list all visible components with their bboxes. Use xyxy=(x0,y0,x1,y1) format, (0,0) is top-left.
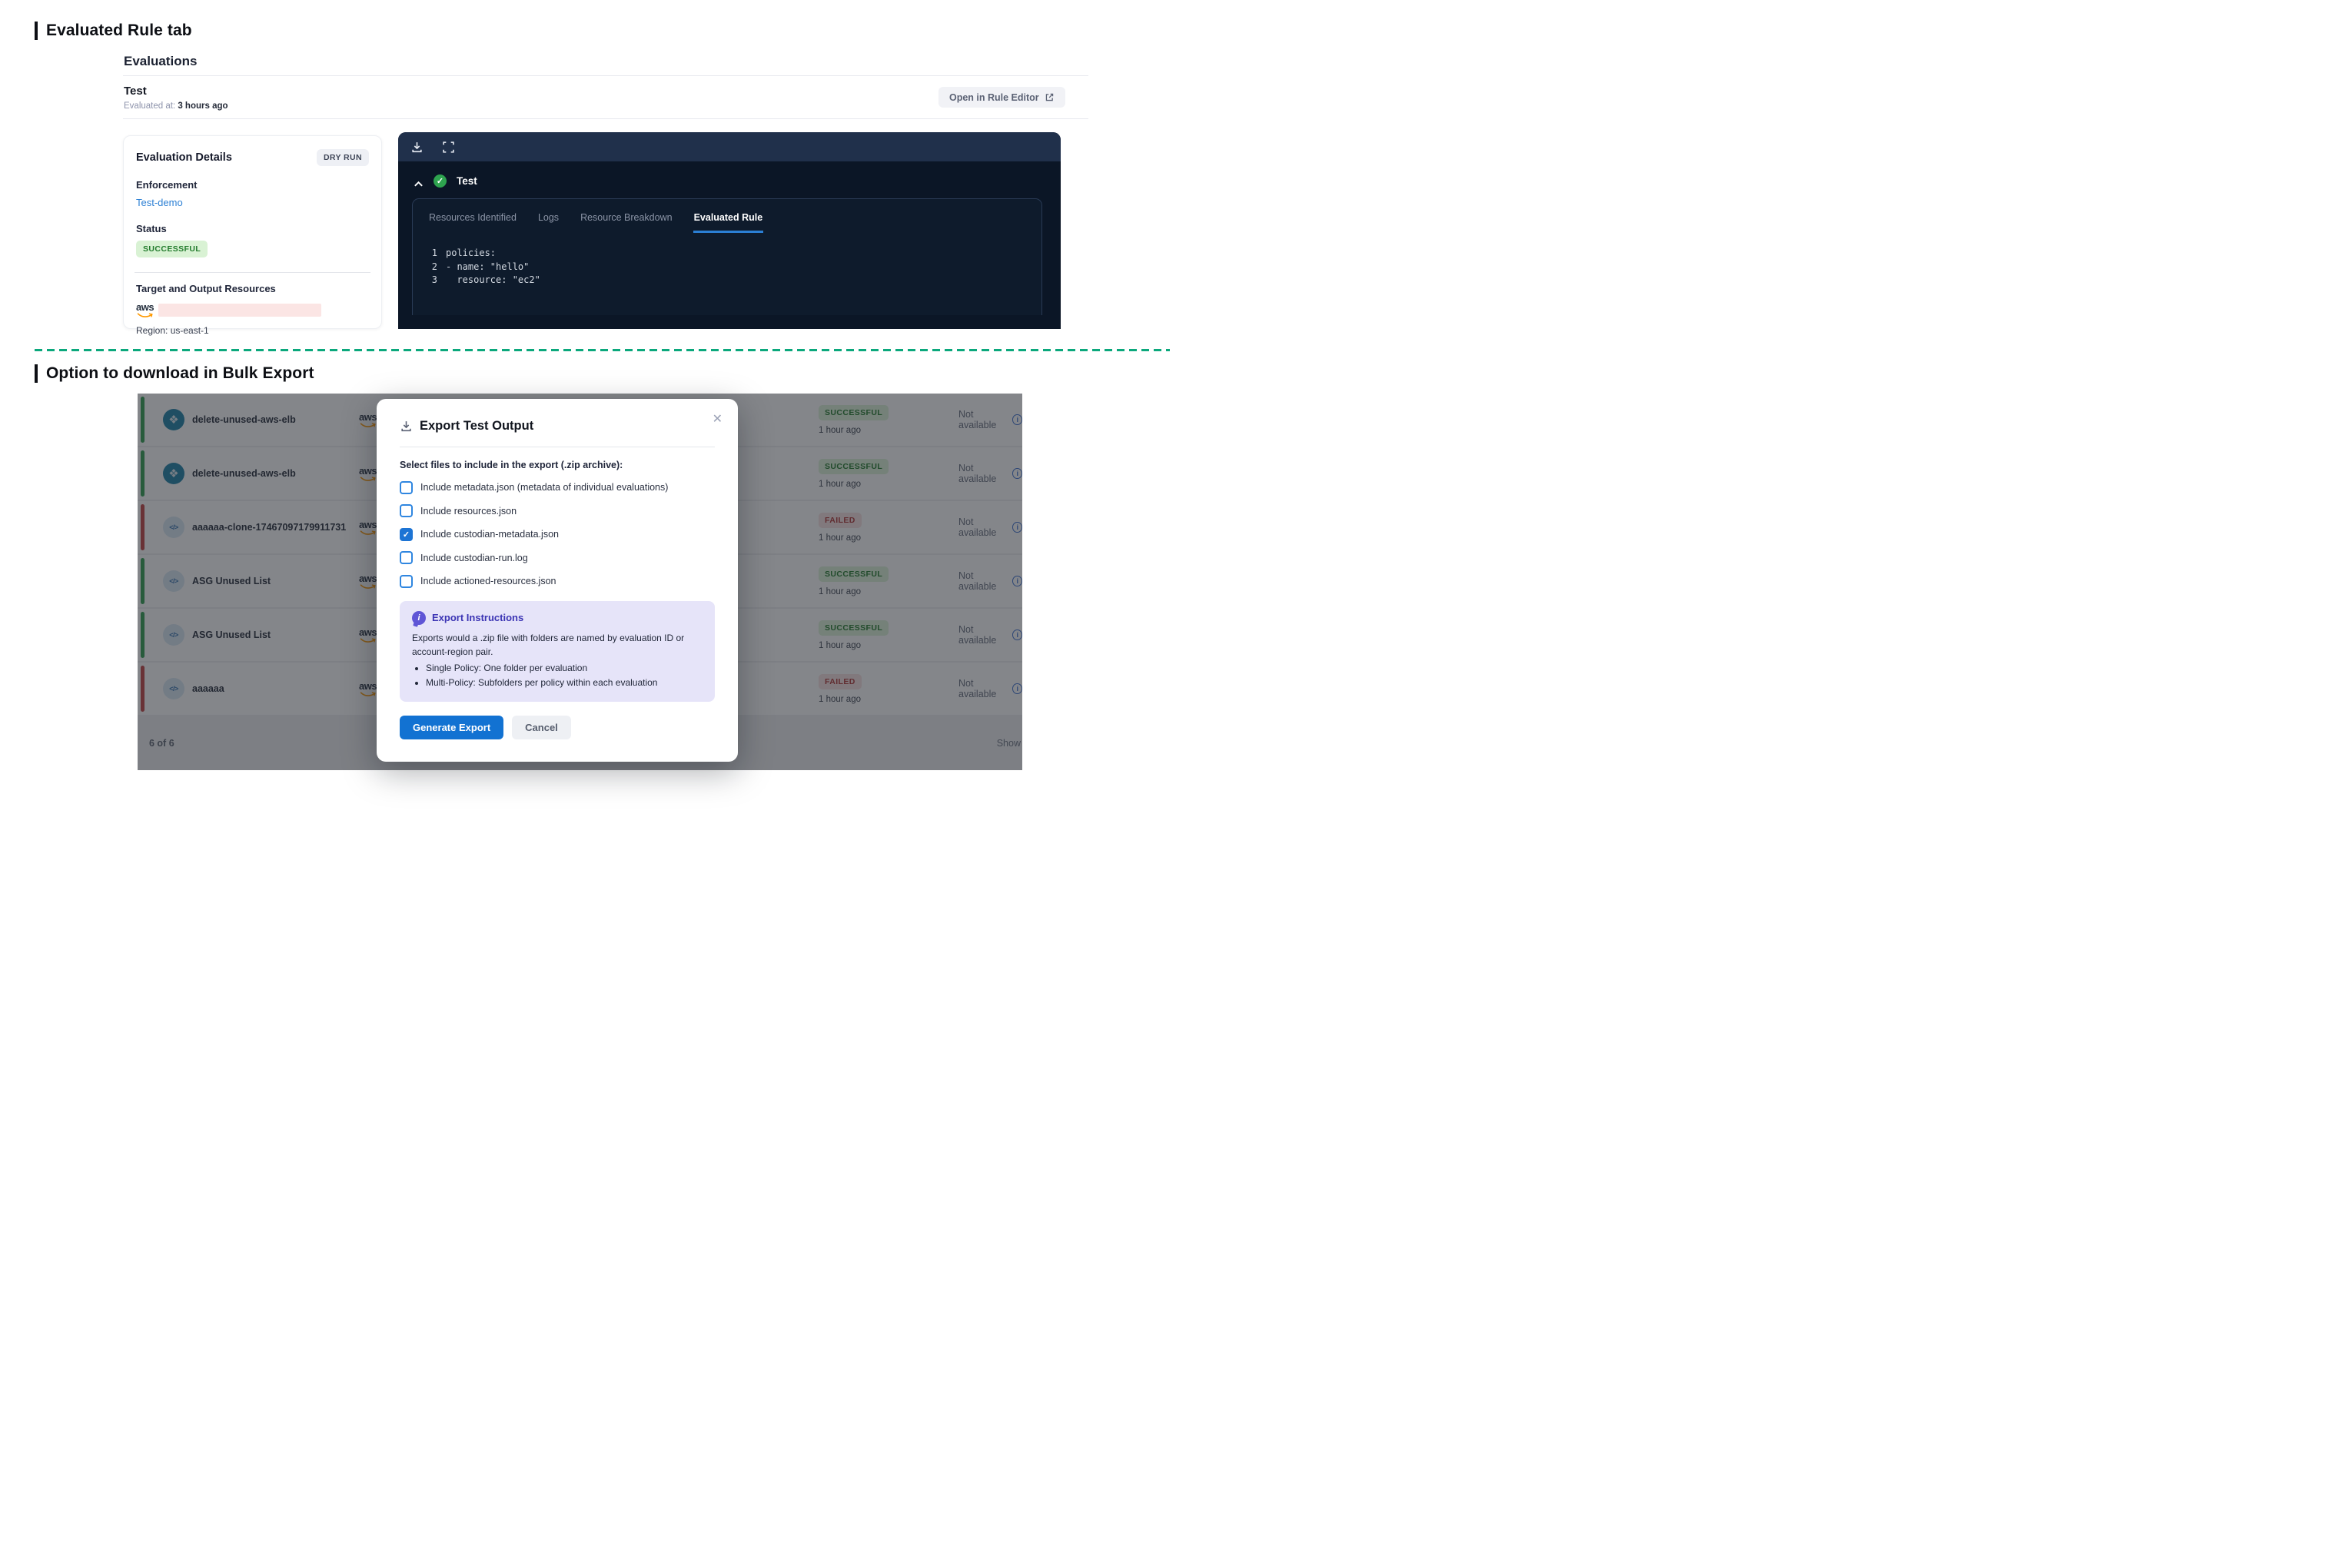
enforcement-link[interactable]: Test-demo xyxy=(136,197,183,208)
status-successful-badge: SUCCESSFUL xyxy=(136,241,208,257)
section-title-evaluated-rule: Evaluated Rule tab xyxy=(35,22,192,40)
checkbox[interactable]: ✓ xyxy=(400,528,413,541)
checkbox-label: Include custodian-run.log xyxy=(420,553,528,563)
aws-logo: aws xyxy=(136,302,154,318)
enforcement-label: Enforcement xyxy=(136,179,369,191)
code-line: 3 resource: "ec2" xyxy=(428,274,1026,287)
export-modal: ✕ Export Test Output Select files to inc… xyxy=(377,399,738,762)
section-title-bulk-export: Option to download in Bulk Export xyxy=(35,364,314,383)
collapse-chevron-icon[interactable] xyxy=(414,178,424,184)
rule-code-block: 1policies:2- name: "hello"3 resource: "e… xyxy=(428,247,1026,287)
divider xyxy=(123,75,1088,76)
viewer-toolbar xyxy=(398,132,1061,161)
cancel-button[interactable]: Cancel xyxy=(512,716,571,739)
card-divider xyxy=(135,272,370,273)
status-label: Status xyxy=(136,223,369,234)
checkbox-label: Include metadata.json (metadata of indiv… xyxy=(420,482,668,493)
evaluation-details-card: Evaluation Details DRY RUN Enforcement T… xyxy=(123,135,382,329)
open-in-rule-editor-label: Open in Rule Editor xyxy=(949,92,1039,103)
rule-viewer-panel: ✓ Test Resources Identified Logs Resource … xyxy=(398,132,1061,329)
viewer-node-title: Test xyxy=(457,175,477,187)
export-instructions-title: Export Instructions xyxy=(432,612,523,623)
code-line: 2- name: "hello" xyxy=(428,261,1026,274)
evaluated-at-label: Evaluated at: xyxy=(124,101,175,111)
section-separator xyxy=(35,349,1170,351)
evaluations-heading: Evaluations xyxy=(124,54,197,69)
evaluated-at: Evaluated at: 3 hours ago xyxy=(124,101,228,111)
tab-resources-identified[interactable]: Resources Identified xyxy=(428,208,517,233)
dry-run-badge: DRY RUN xyxy=(317,149,369,166)
region-text: Region: us-east-1 xyxy=(136,325,369,336)
export-file-checkbox-row[interactable]: Include metadata.json (metadata of indiv… xyxy=(400,481,715,494)
code-line: 1policies: xyxy=(428,247,1026,261)
export-instructions-bullets: Single Policy: One folder per evaluation… xyxy=(426,661,703,690)
info-bubble-icon: i xyxy=(412,611,426,625)
checkbox-label: Include resources.json xyxy=(420,506,517,517)
export-file-checkbox-row[interactable]: Include resources.json xyxy=(400,504,715,517)
export-file-checkbox-row[interactable]: Include actioned-resources.json xyxy=(400,575,715,588)
tab-logs[interactable]: Logs xyxy=(537,208,560,233)
checkbox[interactable] xyxy=(400,504,413,517)
open-in-rule-editor-button[interactable]: Open in Rule Editor xyxy=(938,87,1065,108)
evaluation-name: Test xyxy=(124,85,147,98)
rule-tabs-box: Resources Identified Logs Resource Breakdo… xyxy=(412,198,1042,315)
export-file-checkbox-row[interactable]: ✓ Include custodian-metadata.json xyxy=(400,528,715,541)
target-resources-label: Target and Output Resources xyxy=(136,283,369,294)
viewer-tabs: Resources Identified Logs Resource Breakdo… xyxy=(428,208,1026,233)
select-files-label: Select files to include in the export (.… xyxy=(400,460,715,470)
checkbox[interactable] xyxy=(400,481,413,494)
export-file-checkbox-row[interactable]: Include custodian-run.log xyxy=(400,551,715,564)
card-title: Evaluation Details xyxy=(136,151,232,164)
checkbox[interactable] xyxy=(400,551,413,564)
instruction-bullet: Multi-Policy: Subfolders per policy with… xyxy=(426,676,703,690)
evaluated-at-value: 3 hours ago xyxy=(178,101,228,111)
export-instructions-body: Exports would a .zip file with folders a… xyxy=(412,631,703,659)
external-link-icon xyxy=(1045,92,1055,102)
success-check-icon: ✓ xyxy=(434,174,447,188)
instruction-bullet: Single Policy: One folder per evaluation xyxy=(426,661,703,676)
divider xyxy=(123,118,1088,119)
close-icon[interactable]: ✕ xyxy=(713,411,723,427)
checkbox[interactable] xyxy=(400,575,413,588)
tab-evaluated-rule[interactable]: Evaluated Rule xyxy=(693,208,764,233)
generate-export-button[interactable]: Generate Export xyxy=(400,716,503,739)
download-icon[interactable] xyxy=(410,141,424,154)
download-icon xyxy=(400,420,413,433)
checkbox-label: Include actioned-resources.json xyxy=(420,576,556,586)
tab-resource-breakdown[interactable]: Resource Breakdown xyxy=(580,208,673,233)
checkbox-label: Include custodian-metadata.json xyxy=(420,529,559,540)
export-instructions-box: i Export Instructions Exports would a .z… xyxy=(400,601,715,703)
redacted-resource-text xyxy=(158,304,321,317)
fullscreen-icon[interactable] xyxy=(442,141,455,154)
modal-title: Export Test Output xyxy=(420,419,533,434)
